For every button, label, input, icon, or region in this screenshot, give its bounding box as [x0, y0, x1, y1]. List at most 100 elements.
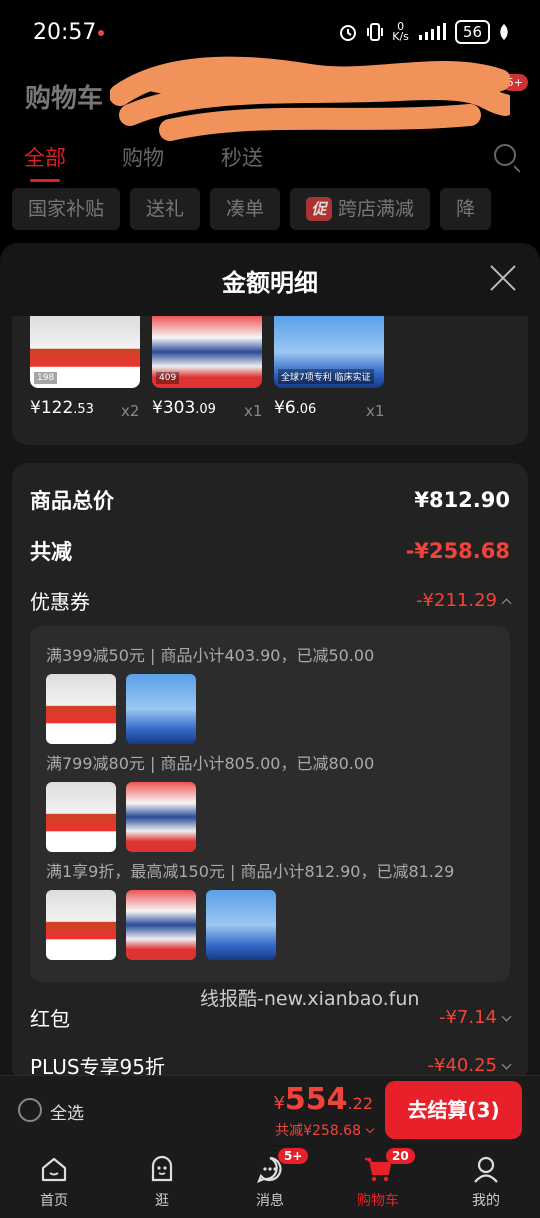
- net-speed: 0 K/s: [392, 20, 409, 43]
- plus-discount-value-wrap: -¥40.25: [427, 1055, 512, 1076]
- product-thumb: [46, 782, 116, 852]
- nav-cart[interactable]: 20 购物车: [324, 1146, 432, 1218]
- leaf-icon: [500, 24, 508, 40]
- product-image: 198: [30, 316, 140, 388]
- message-badge: 5+: [278, 1148, 309, 1164]
- price-int: ¥303: [152, 398, 196, 418]
- product-thumb: [126, 674, 196, 744]
- price-dec: .09: [195, 402, 216, 417]
- tab-shopping[interactable]: 购物: [122, 142, 164, 172]
- profile-icon: [474, 1156, 498, 1183]
- image-caption: 全球7项专利 临床实证: [278, 369, 374, 384]
- select-all-label[interactable]: 全选: [50, 1099, 84, 1124]
- coupon-value-wrap: -¥211.29: [416, 590, 512, 611]
- product-price: ¥122.53: [30, 398, 94, 418]
- chevron-down-icon: [501, 1059, 512, 1070]
- nav-messages[interactable]: 5+ 消息: [216, 1146, 324, 1218]
- price-int: ¥6: [274, 398, 296, 418]
- coupon-row[interactable]: 优惠券 -¥211.29: [30, 586, 512, 615]
- home-icon: [41, 1157, 67, 1182]
- nav-profile[interactable]: 我的: [432, 1146, 540, 1218]
- battery-icon: 56: [454, 20, 490, 44]
- chip-label: 跨店满减: [338, 198, 415, 220]
- signal-icon: [418, 23, 446, 40]
- saved-amount[interactable]: 共减¥258.68: [275, 1120, 375, 1140]
- total-reduce-value: -¥258.68: [405, 539, 510, 563]
- clock: 20:57: [33, 20, 97, 45]
- chip-national-subsidy[interactable]: 国家补贴: [12, 188, 121, 230]
- chip-gift[interactable]: 送礼: [130, 188, 201, 230]
- amount-dec: .22: [347, 1094, 373, 1113]
- product-price: ¥303.09: [152, 398, 216, 418]
- coupon-line: 满1享9折，最高减150元 | 商品小计812.90，已减81.29: [46, 862, 455, 881]
- chip-label: 凑单: [226, 198, 265, 220]
- image-price-tag: 198: [34, 372, 58, 384]
- coupon-products: [46, 782, 196, 852]
- total-price-label: 商品总价: [30, 489, 114, 513]
- checkout-button[interactable]: 去结算(3): [385, 1081, 522, 1139]
- coupon-products: [46, 674, 196, 744]
- vibrate-icon: [367, 23, 384, 41]
- nav-label: 消息: [256, 1193, 284, 1209]
- chevron-up-icon: [501, 598, 512, 609]
- chip-label: 降: [456, 198, 476, 220]
- total-amount: ¥554.22: [273, 1082, 373, 1117]
- coupon-line: 满799减80元 | 商品小计805.00，已减80.00: [46, 754, 375, 773]
- currency-symbol: ¥: [273, 1093, 285, 1114]
- nav-label: 购物车: [357, 1193, 399, 1209]
- image-price-tag: 409: [156, 372, 180, 384]
- chip-cross-store-discount[interactable]: 促跨店满减: [290, 188, 431, 230]
- tab-all[interactable]: 全部: [24, 142, 66, 182]
- bottom-nav: 首页 逛 5+ 消息 20 购物车 我的: [0, 1146, 540, 1218]
- product-thumb: [46, 674, 116, 744]
- tab-instant-delivery[interactable]: 秒送: [221, 142, 263, 172]
- nav-home[interactable]: 首页: [0, 1146, 108, 1218]
- status-icons: 0 K/s 56: [338, 20, 510, 44]
- red-packet-value: -¥7.14: [438, 1007, 497, 1028]
- total-price-value: ¥812.90: [414, 488, 510, 512]
- chip-label: 送礼: [146, 198, 185, 220]
- nav-label: 我的: [472, 1193, 500, 1209]
- redaction-scribble: [110, 56, 510, 141]
- chevron-down-icon: [365, 1124, 375, 1134]
- red-packet-label: 红包: [30, 1007, 70, 1031]
- coupon-products: [46, 890, 276, 960]
- red-packet-value-wrap: -¥7.14: [438, 1007, 512, 1028]
- coupon-value: -¥211.29: [416, 590, 497, 611]
- product-thumb: [126, 782, 196, 852]
- cart-badge: 20: [386, 1148, 415, 1164]
- total-reduce-label: 共减: [30, 540, 72, 564]
- product-qty: x2: [121, 402, 140, 420]
- page-title: 购物车: [25, 84, 104, 114]
- coupon-detail-box: 满399减50元 | 商品小计403.90，已减50.00 满799减80元 |…: [30, 626, 510, 982]
- cart-tabs: 全部 购物 秒送: [0, 136, 540, 182]
- product-image: 全球7项专利 临床实证: [274, 316, 384, 388]
- select-all-checkbox[interactable]: [18, 1098, 42, 1122]
- nav-label: 首页: [40, 1193, 68, 1209]
- plus-discount-value: -¥40.25: [427, 1055, 497, 1076]
- coupon-label: 优惠券: [30, 590, 90, 614]
- chip-label: 国家补贴: [28, 198, 105, 220]
- amount-int: 554: [284, 1082, 348, 1117]
- watermark: 线报酷-new.xianbao.fun: [200, 988, 420, 1010]
- product-image: 409: [152, 316, 262, 388]
- search-icon[interactable]: [494, 144, 516, 166]
- chip-bundle[interactable]: 凑单: [210, 188, 281, 230]
- total-price-row: 商品总价 ¥812.90: [30, 485, 510, 515]
- browse-icon: [151, 1155, 173, 1182]
- close-icon[interactable]: [490, 265, 516, 291]
- product-price: ¥6.06: [274, 398, 316, 418]
- price-dec: .53: [73, 402, 94, 417]
- saved-text: 共减¥258.68: [275, 1123, 361, 1139]
- product-qty: x1: [244, 402, 263, 420]
- price-int: ¥122: [30, 398, 74, 418]
- price-dec: .06: [295, 402, 317, 417]
- nav-browse[interactable]: 逛: [108, 1146, 216, 1218]
- promo-tag-icon: 促: [306, 197, 333, 221]
- chip-price-drop[interactable]: 降: [440, 188, 492, 230]
- sheet-title: 金额明细: [222, 269, 318, 297]
- chevron-down-icon: [501, 1011, 512, 1022]
- alarm-icon: [340, 25, 357, 41]
- nav-label: 逛: [155, 1193, 169, 1209]
- total-reduce-row: 共减 -¥258.68: [30, 536, 510, 566]
